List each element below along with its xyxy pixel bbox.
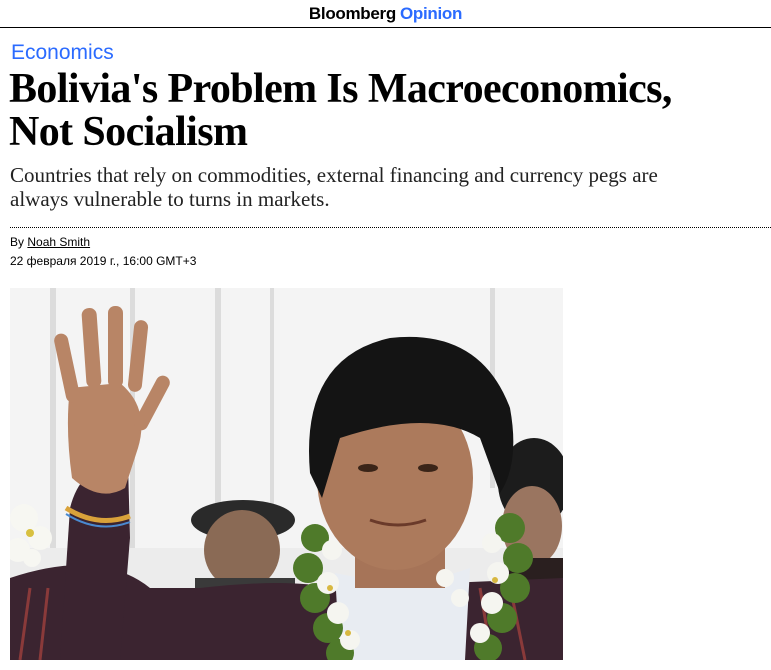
brand-section: Opinion <box>399 3 463 23</box>
publish-date: 22 февраля 2019 г., 16:00 GMT+3 <box>10 254 197 268</box>
headline-line-2: Not Socialism <box>9 109 248 155</box>
author-link[interactable]: Noah Smith <box>27 235 90 249</box>
photo-illustration <box>10 288 563 660</box>
headline-line-1: Bolivia's Problem Is Macroeconomics, <box>9 66 672 112</box>
headline: Bolivia's Problem Is Macroeconomics, Not … <box>9 68 769 154</box>
byline-prefix: By <box>10 235 25 249</box>
article-photo <box>10 288 563 660</box>
byline: By Noah Smith <box>10 235 90 249</box>
brand-name: Bloomberg <box>308 3 396 23</box>
dek-line-1: Countries that rely on commodities, exte… <box>10 163 658 187</box>
divider <box>10 227 771 228</box>
top-bar: Bloomberg Opinion <box>0 0 771 28</box>
bloomberg-opinion-logo[interactable]: Bloomberg Opinion <box>309 4 462 24</box>
article-dek: Countries that rely on commodities, exte… <box>10 163 750 211</box>
dek-line-2: always vulnerable to turns in markets. <box>10 187 330 211</box>
section-link[interactable]: Economics <box>11 41 114 65</box>
